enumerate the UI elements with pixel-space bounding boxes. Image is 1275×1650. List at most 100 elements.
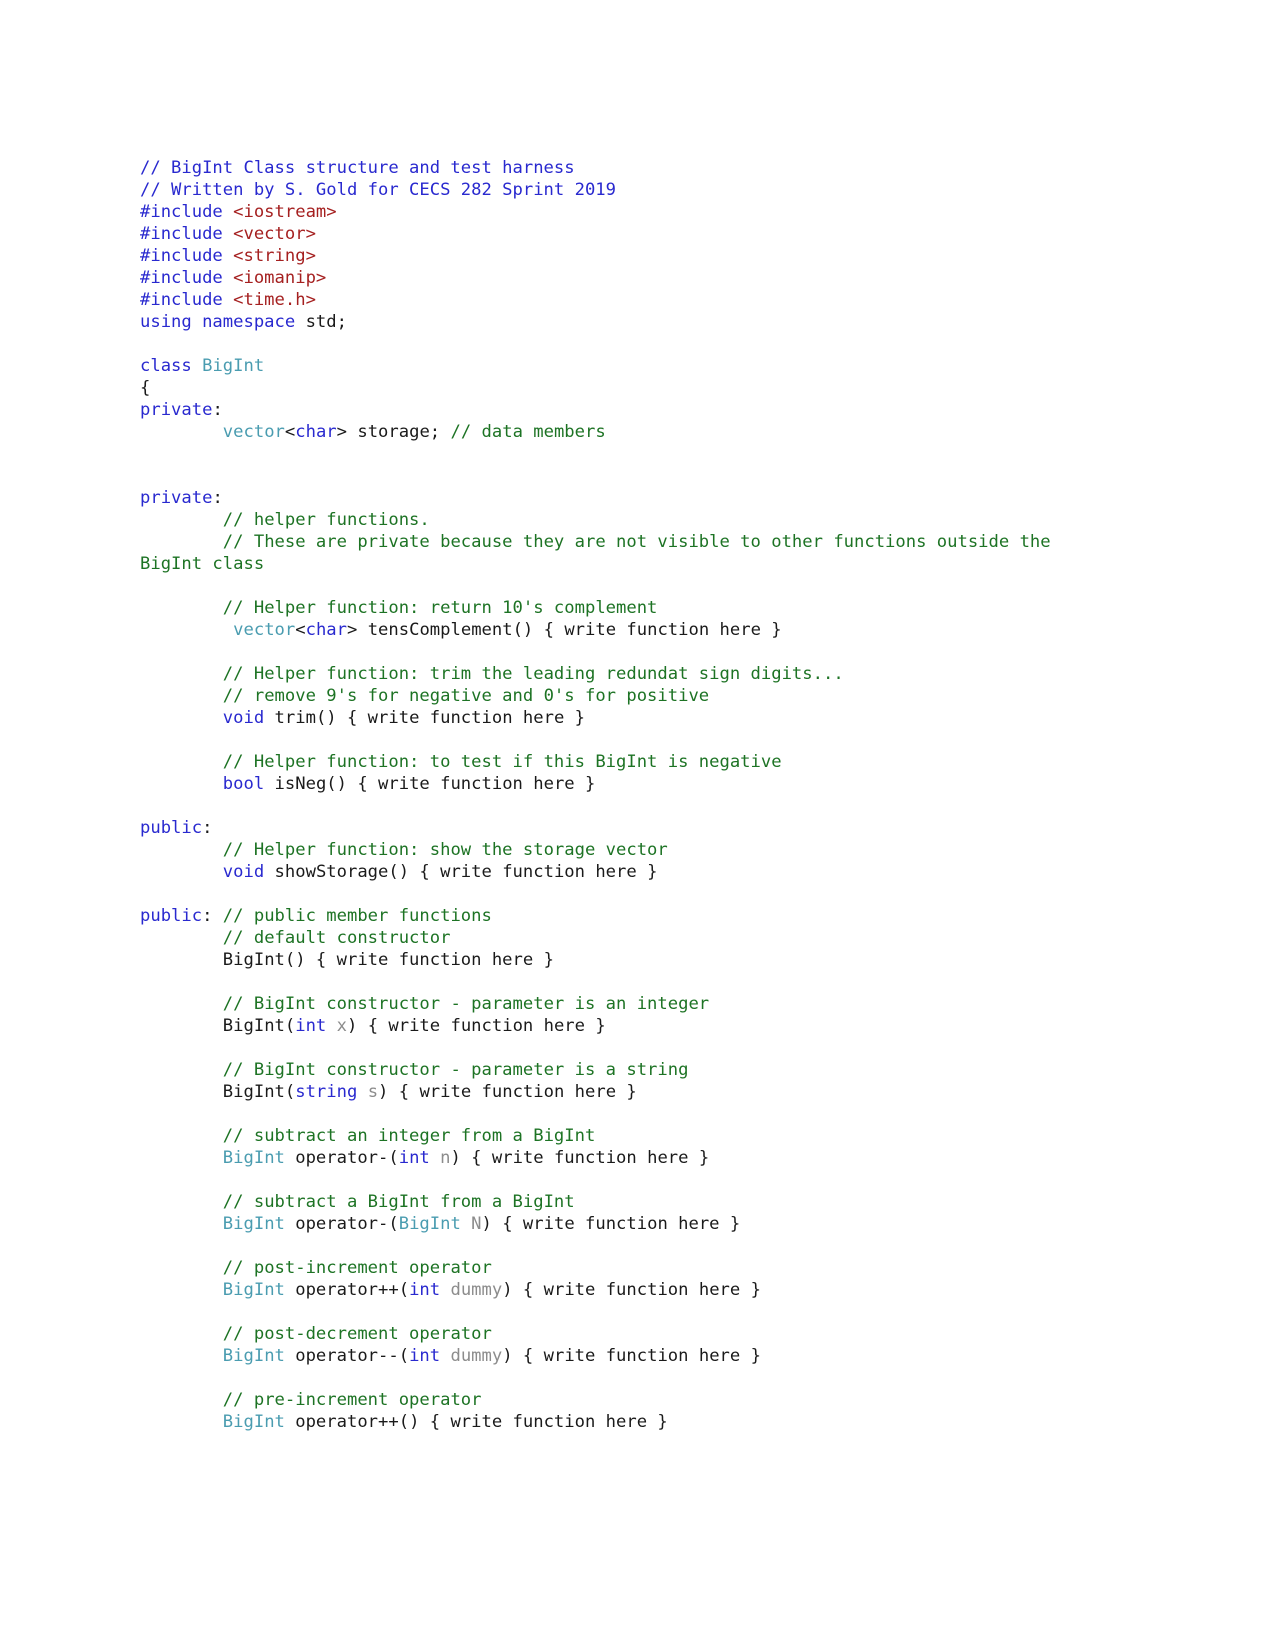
code-token-cmt: // pre-increment operator xyxy=(222,1390,482,1411)
code-token-kw: int xyxy=(409,1280,441,1301)
code-line: #include <vector> xyxy=(140,223,1075,245)
code-token-pln: BigInt( xyxy=(222,1082,296,1103)
code-token-typ: BigInt xyxy=(222,1412,285,1433)
code-token-cmth: // BigInt Class structure and test harne… xyxy=(140,158,575,179)
code-token-cmt: // BigInt constructor - parameter is a s… xyxy=(222,1060,689,1081)
code-token-cmt: // remove 9's for negative and 0's for p… xyxy=(222,686,710,707)
code-token-pln: std; xyxy=(295,312,347,333)
code-token-kw: void xyxy=(222,708,265,729)
code-line: #include <iomanip> xyxy=(140,267,1075,289)
code-token-pln xyxy=(440,1346,450,1366)
code-token-kw: #include xyxy=(140,246,234,267)
code-line: vector<char> tensComplement() { write fu… xyxy=(140,619,1075,641)
code-line: // Helper function: trim the leading red… xyxy=(140,663,1075,685)
code-token-pln: operator-( xyxy=(284,1148,399,1169)
code-line: // Helper function: show the storage vec… xyxy=(140,839,1075,861)
code-token-kw: using namespace xyxy=(140,312,296,333)
code-token-par: n xyxy=(440,1148,451,1169)
code-token-pln: ) { write function here } xyxy=(502,1280,761,1301)
code-line: // default constructor xyxy=(140,927,1075,949)
code-token-kw: char xyxy=(295,422,337,443)
code-token-typ: BigInt xyxy=(222,1148,285,1169)
code-token-par: s xyxy=(367,1082,379,1103)
code-token-cmt: // Helper function: show the storage vec… xyxy=(222,840,668,861)
code-token-typ: BigInt xyxy=(222,1280,285,1301)
code-token-kw: #include xyxy=(140,202,234,223)
code-token-cmt: // public member functions xyxy=(222,906,492,927)
code-token-cmt: // default constructor xyxy=(222,928,451,949)
code-token-pln xyxy=(430,1148,440,1168)
code-line: BigInt operator++() { write function her… xyxy=(140,1411,1075,1433)
code-line: private: xyxy=(140,487,1075,509)
code-line: // Helper function: to test if this BigI… xyxy=(140,751,1075,773)
code-token-kw: private xyxy=(140,488,213,509)
code-line: #include <iostream> xyxy=(140,201,1075,223)
code-token-kw: #include xyxy=(140,224,234,245)
code-token-par: dummy xyxy=(450,1280,503,1301)
code-token-cmt: // helper functions. xyxy=(222,510,430,531)
code-token-cmt: // subtract an integer from a BigInt xyxy=(222,1126,596,1147)
code-line: public: // public member functions xyxy=(140,905,1075,927)
code-line: BigInt operator-(int n) { write function… xyxy=(140,1147,1075,1169)
code-token-cmt: // Helper function: trim the leading red… xyxy=(222,664,844,685)
code-token-pln: ) { write function here } xyxy=(450,1148,710,1169)
code-token-pln: : xyxy=(212,488,223,509)
code-token-kw: int xyxy=(295,1016,327,1037)
code-line: #include <string> xyxy=(140,245,1075,267)
code-line: // Helper function: return 10's compleme… xyxy=(140,597,1075,619)
code-line: // pre-increment operator xyxy=(140,1389,1075,1411)
code-token-kw: int xyxy=(409,1346,441,1367)
code-token-pln: ) { write function here } xyxy=(378,1082,637,1103)
code-token-pln: : xyxy=(202,906,223,927)
code-line: BigInt(int x) { write function here } xyxy=(140,1015,1075,1037)
code-token-pln: isNeg() { write function here } xyxy=(264,774,596,795)
code-line: BigInt() { write function here } xyxy=(140,949,1075,971)
code-line: // Written by S. Gold for CECS 282 Sprin… xyxy=(140,179,1075,201)
code-token-pln xyxy=(357,1082,367,1102)
code-token-kw: int xyxy=(398,1148,430,1169)
code-token-cmt: // Helper function: return 10's compleme… xyxy=(222,598,658,619)
code-line: private: xyxy=(140,399,1075,421)
code-line: BigInt operator--(int dummy) { write fun… xyxy=(140,1345,1075,1367)
code-token-cmth: // Written by S. Gold for CECS 282 Sprin… xyxy=(140,180,616,201)
code-token-pln: showStorage() { write function here } xyxy=(264,862,658,883)
code-line: bool isNeg() { write function here } xyxy=(140,773,1075,795)
code-token-typ: vector xyxy=(222,422,285,443)
code-line: // remove 9's for negative and 0's for p… xyxy=(140,685,1075,707)
code-line: // post-increment operator xyxy=(140,1257,1075,1279)
code-token-pln: : xyxy=(212,400,223,421)
code-token-cmt: // Helper function: to test if this BigI… xyxy=(222,752,782,773)
code-line: { xyxy=(140,377,1075,399)
code-line: class BigInt xyxy=(140,355,1075,377)
code-line: public: xyxy=(140,817,1075,839)
code-line: // post-decrement operator xyxy=(140,1323,1075,1345)
code-token-pln: BigInt() { write function here } xyxy=(222,950,554,971)
code-token-typ: vector xyxy=(233,620,296,641)
code-token-kw: bool xyxy=(222,774,265,795)
code-token-kw: class xyxy=(140,356,192,377)
